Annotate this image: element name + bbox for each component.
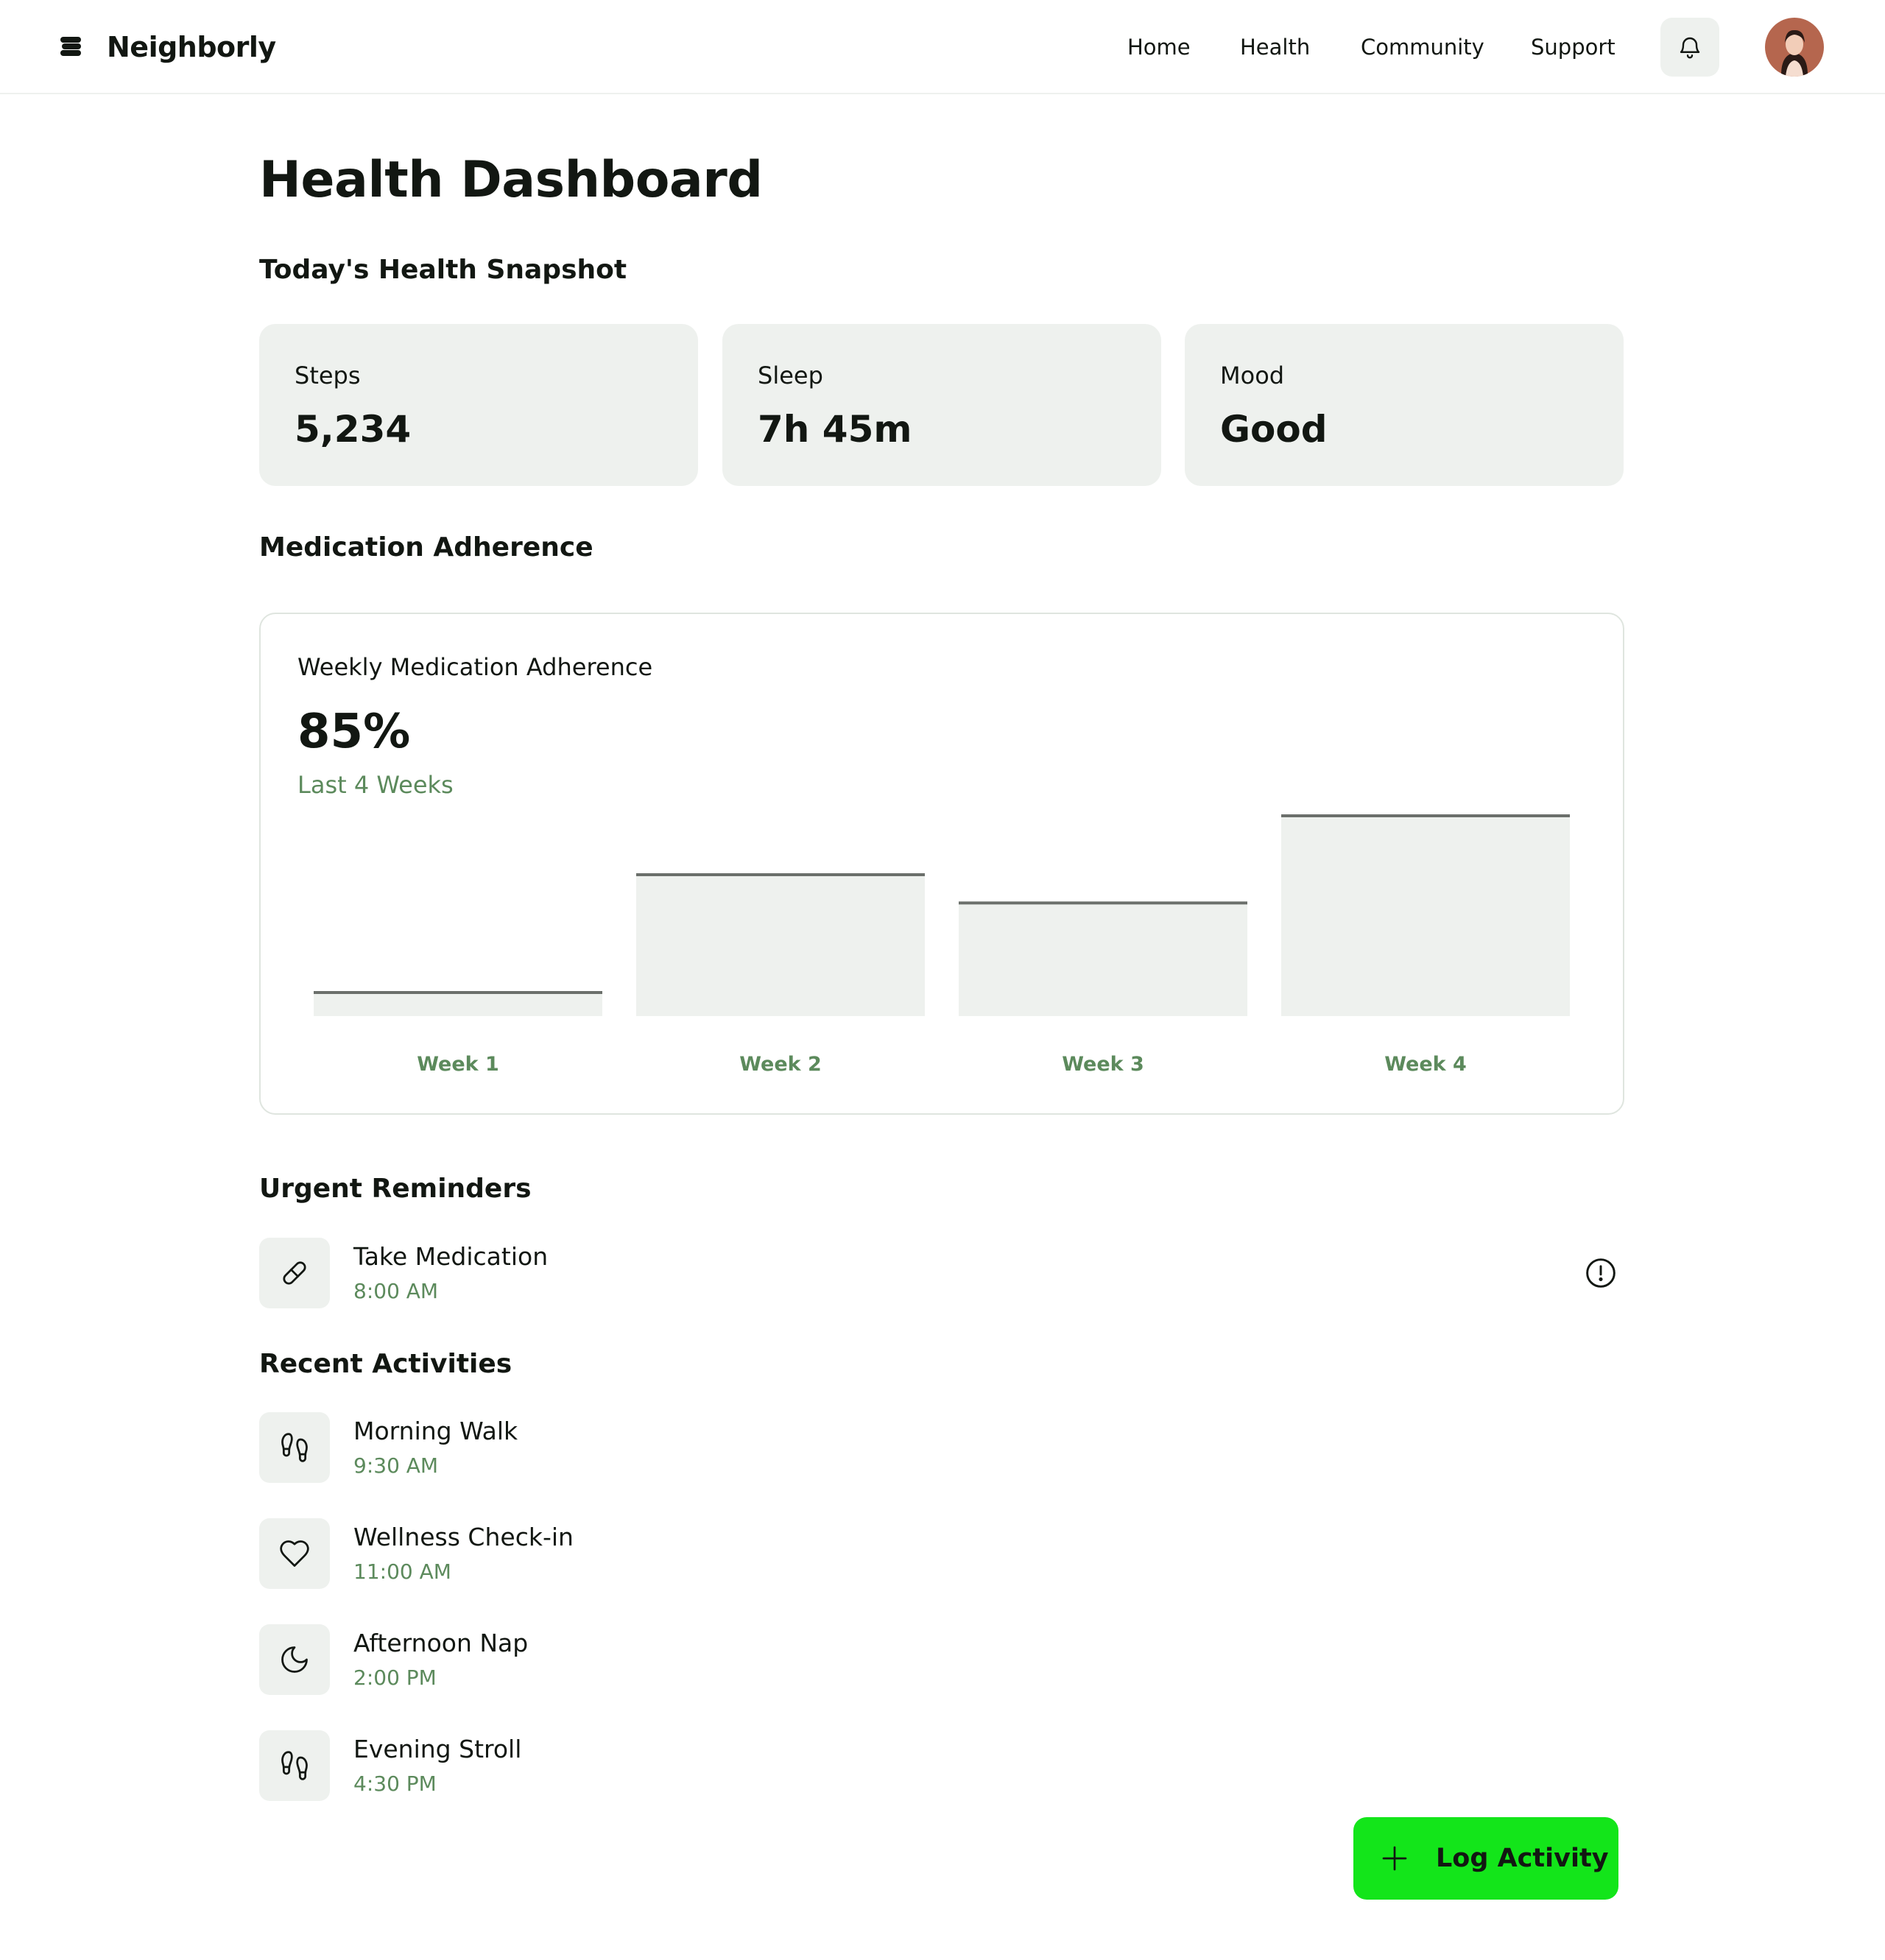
avatar-portrait-image: [1765, 18, 1824, 77]
footprints-icon: [281, 1751, 308, 1780]
reminder-title: Take Medication: [353, 1242, 549, 1271]
stat-label: Mood: [1220, 362, 1285, 389]
stat-label: Steps: [295, 362, 361, 389]
stat-label: Sleep: [758, 362, 823, 389]
chart-x-label: Week 2: [739, 1053, 822, 1076]
activity-icon-box: [259, 1730, 330, 1801]
chart-x-label: Week 1: [417, 1053, 499, 1076]
chart-bar-2: [636, 875, 925, 1016]
activity-item-evening-stroll[interactable]: Evening Stroll 4:30 PM: [259, 1730, 1624, 1801]
activity-time: 9:30 AM: [353, 1453, 439, 1478]
notifications-button[interactable]: [1660, 18, 1719, 77]
chart-x-label: Week 3: [1062, 1053, 1144, 1076]
activity-title: Morning Walk: [353, 1417, 518, 1445]
stat-card-sleep[interactable]: Sleep 7h 45m: [722, 324, 1161, 486]
heart-icon: [280, 1540, 309, 1567]
stat-card-steps[interactable]: Steps 5,234: [259, 324, 698, 486]
adherence-bar-chart: Week 1 Week 2 Week 3 Week 4: [314, 814, 1570, 1076]
reminder-icon-box: [259, 1238, 330, 1308]
chart-bar-4: [1281, 816, 1570, 1016]
chart-x-label: Week 4: [1384, 1053, 1467, 1076]
nav-link-community[interactable]: Community: [1361, 32, 1484, 62]
activity-icon-box: [259, 1518, 330, 1589]
activity-item-afternoon-nap[interactable]: Afternoon Nap 2:00 PM: [259, 1624, 1624, 1695]
activity-icon-box: [259, 1624, 330, 1695]
bell-icon: [1680, 37, 1700, 59]
footprints-icon: [281, 1433, 308, 1462]
user-avatar[interactable]: [1765, 18, 1824, 77]
nav-link-support[interactable]: Support: [1531, 32, 1616, 62]
activity-title: Afternoon Nap: [353, 1629, 529, 1657]
stat-value: Good: [1220, 408, 1328, 451]
snapshot-section-title: Today's Health Snapshot: [259, 255, 627, 285]
pill-icon: [283, 1261, 306, 1285]
urgent-reminders-title: Urgent Reminders: [259, 1174, 532, 1204]
plus-icon: [1382, 1846, 1407, 1871]
nav-link-health[interactable]: Health: [1240, 32, 1310, 62]
stat-card-mood[interactable]: Mood Good: [1185, 324, 1624, 486]
activity-item-wellness-check-in[interactable]: Wellness Check-in 11:00 AM: [259, 1518, 1624, 1589]
neighborly-logo-icon[interactable]: [59, 34, 84, 59]
medication-adherence-chart-card: Weekly Medication Adherence 85% Last 4 W…: [259, 613, 1624, 1115]
activity-time: 11:00 AM: [353, 1559, 451, 1584]
stat-value: 5,234: [295, 408, 412, 451]
alert-circle-icon[interactable]: [1585, 1257, 1617, 1289]
reminder-time: 8:00 AM: [353, 1279, 439, 1303]
activity-icon-box: [259, 1412, 330, 1483]
log-activity-label: Log Activity: [1436, 1844, 1609, 1873]
reminder-item-take-medication[interactable]: Take Medication 8:00 AM: [259, 1238, 1624, 1308]
medication-section-title: Medication Adherence: [259, 532, 593, 563]
activity-time: 4:30 PM: [353, 1772, 437, 1796]
activity-title: Wellness Check-in: [353, 1523, 574, 1551]
activity-time: 2:00 PM: [353, 1665, 437, 1690]
stat-value: 7h 45m: [758, 408, 912, 451]
activity-title: Evening Stroll: [353, 1735, 522, 1763]
activity-item-morning-walk[interactable]: Morning Walk 9:30 AM: [259, 1412, 1624, 1483]
log-activity-button[interactable]: Log Activity: [1353, 1817, 1618, 1900]
brand-name[interactable]: Neighborly: [107, 28, 276, 66]
nav-link-home[interactable]: Home: [1127, 32, 1191, 62]
page-title: Health Dashboard: [259, 151, 763, 209]
top-nav-bar: Neighborly Home Health Community Support: [0, 0, 1885, 94]
recent-activities-title: Recent Activities: [259, 1349, 512, 1379]
chart-bar-1: [314, 993, 602, 1016]
moon-icon: [281, 1646, 308, 1673]
chart-bar-3: [959, 903, 1247, 1016]
